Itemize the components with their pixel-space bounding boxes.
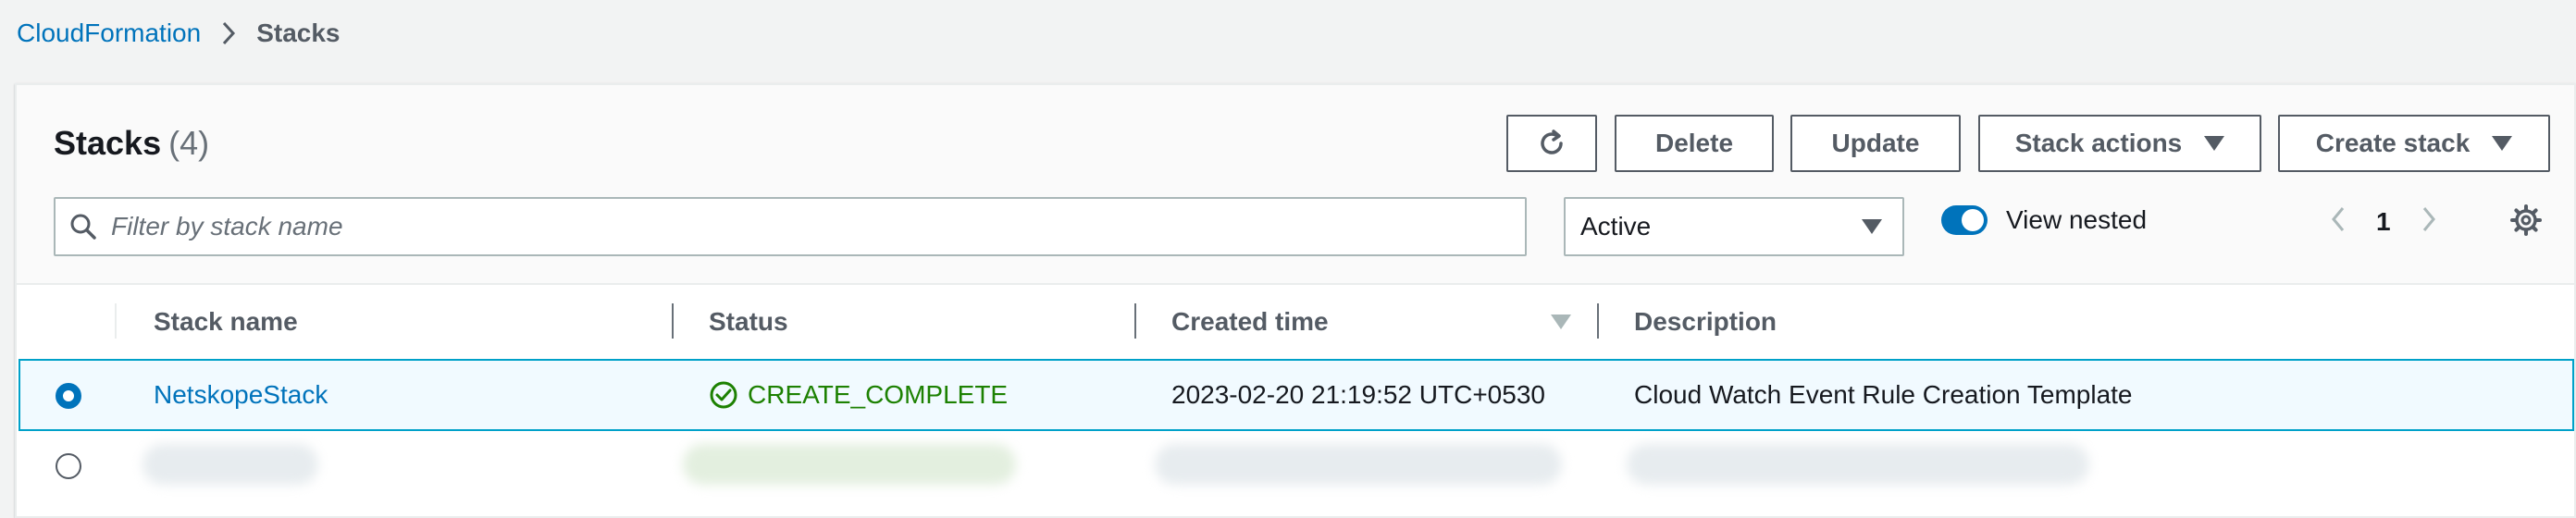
refresh-icon [1541, 130, 1563, 154]
column-divider[interactable] [1597, 303, 1599, 339]
column-header-description[interactable]: Description [1634, 290, 1777, 353]
chevron-right-icon [221, 21, 236, 45]
toggle-knob [1962, 209, 1984, 231]
status-cell: CREATE_COMPLETE [709, 376, 1008, 413]
view-nested-toggle-wrap: View nested [1941, 205, 2147, 235]
view-nested-label: View nested [2006, 205, 2148, 234]
chevron-left-icon [2332, 207, 2345, 231]
status-text: CREATE_COMPLETE [748, 380, 1009, 409]
table-row[interactable]: NetskopeStack CREATE_COMPLETE 2023-02-20… [19, 359, 2574, 431]
column-divider[interactable] [1134, 303, 1136, 339]
check-circle-icon [710, 381, 737, 409]
redacted-created-time [1155, 444, 1562, 485]
view-nested-toggle[interactable] [1941, 205, 1988, 235]
description-cell: Cloud Watch Event Rule Creation Template [1634, 380, 2133, 409]
update-button[interactable]: Update [1790, 115, 1961, 172]
title-text: Stacks [54, 124, 162, 162]
stacks-panel: Stacks (4) Delete Update Stack actions Cr… [15, 83, 2576, 518]
create-stack-dropdown[interactable]: Create stack [2278, 115, 2550, 172]
search-icon [68, 212, 98, 241]
preferences-button[interactable] [2509, 204, 2543, 241]
stack-count: (4) [168, 124, 210, 162]
caret-down-icon [2492, 136, 2513, 151]
search-input[interactable] [111, 212, 1525, 241]
caret-down-icon [2204, 136, 2225, 151]
created-time-cell: 2023-02-20 21:19:52 UTC+0530 [1171, 380, 1545, 409]
column-divider [115, 303, 117, 339]
column-header-stack-name[interactable]: Stack name [154, 290, 298, 353]
redacted-stack-name [142, 444, 318, 485]
breadcrumb: CloudFormation Stacks [17, 18, 341, 48]
gear-icon [2510, 204, 2542, 236]
stack-actions-dropdown[interactable]: Stack actions [1978, 115, 2261, 172]
refresh-button[interactable] [1506, 115, 1597, 172]
next-page-button[interactable] [2421, 205, 2437, 238]
page-title: Stacks (4) [54, 124, 209, 163]
stack-name-link[interactable]: NetskopeStack [154, 376, 328, 413]
panel-header: Stacks (4) Delete Update Stack actions Cr… [17, 85, 2574, 285]
column-header-status[interactable]: Status [709, 290, 788, 353]
stack-actions-label: Stack actions [2014, 129, 2183, 157]
current-page[interactable]: 1 [2376, 207, 2391, 237]
caret-down-icon [1862, 219, 1882, 234]
pagination: 1 [2330, 205, 2437, 238]
previous-page-button[interactable] [2330, 205, 2347, 238]
column-header-created-time[interactable]: Created time [1171, 290, 1329, 353]
redacted-status [683, 444, 1016, 485]
breadcrumb-cloudformation-link[interactable]: CloudFormation [17, 18, 201, 48]
sort-descending-icon[interactable] [1551, 314, 1571, 329]
breadcrumb-current: Stacks [256, 18, 341, 47]
column-divider[interactable] [672, 303, 674, 339]
delete-button[interactable]: Delete [1615, 115, 1774, 172]
status-filter-select[interactable]: Active [1564, 197, 1904, 256]
row-select-radio[interactable] [56, 383, 81, 409]
redacted-description [1627, 444, 2089, 485]
create-stack-label: Create stack [2315, 129, 2471, 157]
status-filter-value: Active [1580, 212, 1652, 240]
row-select-radio[interactable] [56, 453, 81, 479]
search-box [54, 197, 1527, 256]
chevron-right-icon [2422, 207, 2435, 231]
